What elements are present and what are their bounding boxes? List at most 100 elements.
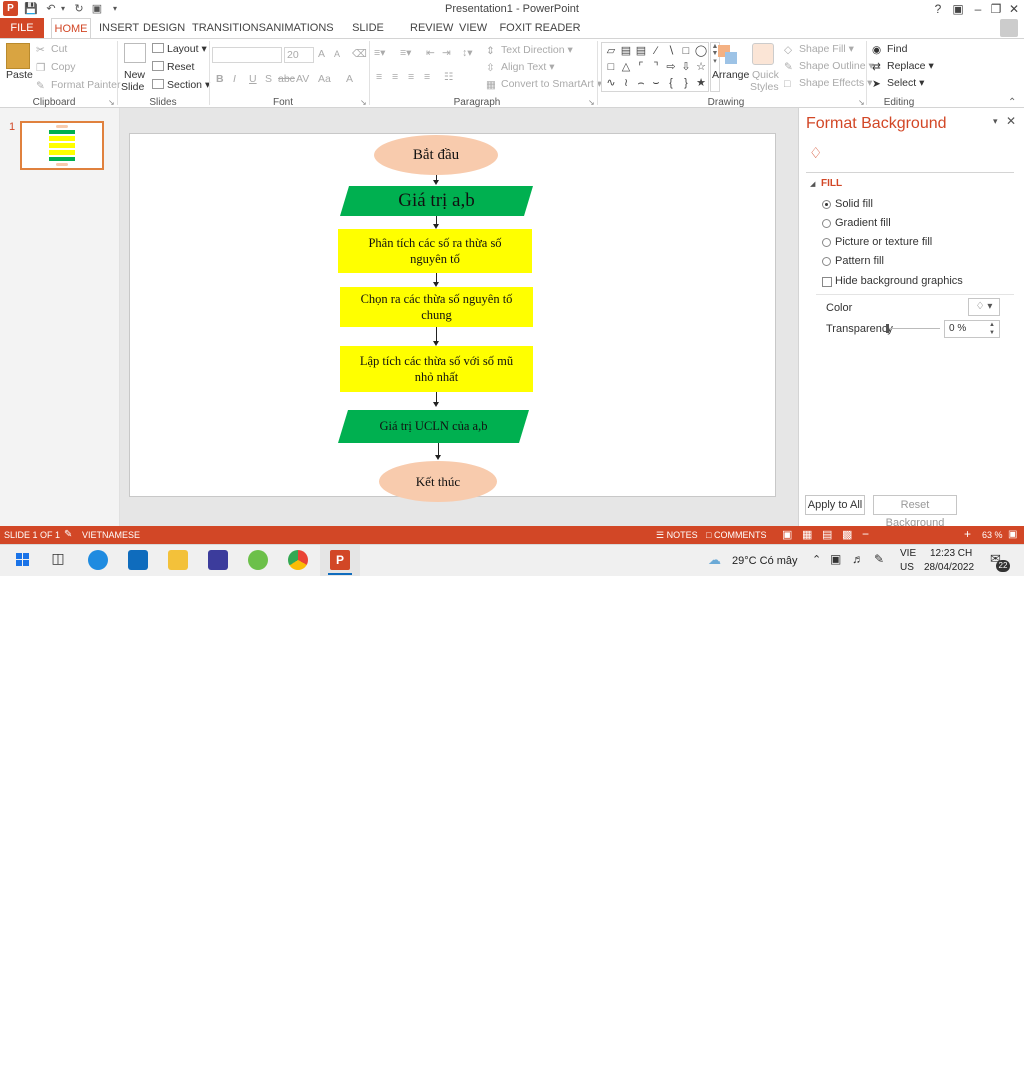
transparency-slider-thumb[interactable] [886,324,889,333]
picture-texture-fill-label[interactable]: Picture or texture fill [835,236,932,248]
font-size-input[interactable]: 20 [284,47,314,63]
apply-to-all-button[interactable]: Apply to All [805,495,865,515]
gradient-fill-radio[interactable] [822,219,831,228]
zoom-slider-track[interactable] [874,1061,962,1062]
curve-shape-icon[interactable]: ∿ [604,76,618,90]
align-left-icon[interactable]: ≡ [376,71,382,83]
show-hidden-icons-icon[interactable]: ⌃ [812,553,821,566]
pattern-fill-radio[interactable] [822,257,831,266]
clock-time[interactable]: 12:23 CH [930,548,972,559]
flowchart-step-2[interactable]: Chọn ra các thừa số nguyên tố chung [340,287,533,327]
flowchart-end[interactable]: Kết thúc [379,461,497,502]
flowchart-output[interactable]: Giá trị UCLN của a,b [338,410,529,443]
gradient-fill-label[interactable]: Gradient fill [835,217,891,229]
shapes-gallery[interactable]: ▱ ▤ ▤ ∕ ∖ □ ◯ □ △ ⌜ ⌝ ⇨ ⇩ ☆ ∿ ≀ ⌢ ⌣ { } … [601,42,709,92]
flowchart-step-3[interactable]: Lập tích các thừa số với số mũ nhỏ nhất [340,346,533,392]
solid-fill-radio[interactable] [822,200,831,209]
freeform-shape-icon[interactable]: ≀ [619,76,633,90]
rectangle-shape-icon[interactable]: □ [679,44,693,58]
tab-slide-show[interactable]: SLIDE SHOW [340,18,396,54]
tab-view[interactable]: VIEW [459,18,487,38]
character-spacing-button[interactable]: AV [296,73,309,85]
file-explorer-icon[interactable] [168,550,188,570]
ribbon-display-options-icon[interactable]: ▣ [950,1,966,17]
weather-icon[interactable]: ☁ [708,552,721,568]
tab-foxit-reader-pdf[interactable]: FOXIT READER PDF [497,18,583,54]
replace-button[interactable]: ⇄ Replace ▾ [872,60,934,73]
reset-button[interactable]: Reset [152,61,194,73]
maximize-icon[interactable]: ❐ [988,1,1004,17]
arrow-right-shape-icon[interactable]: ⇨ [664,60,678,74]
right-brace-shape-icon[interactable]: } [679,76,693,90]
quick-styles-label-2[interactable]: Styles [750,81,779,93]
paste-button[interactable]: Paste [6,69,33,81]
zoom-in-icon[interactable]: + [964,527,971,541]
input-language-2[interactable]: US [900,562,914,573]
star-shape-icon-2[interactable]: ★ [694,76,708,90]
flowchart-step-1[interactable]: Phân tích các số ra thừa số nguyên tố [338,229,532,273]
layout-button[interactable]: Layout ▾ [152,43,207,55]
line-shape-icon-2[interactable]: ∖ [664,44,678,58]
tab-review[interactable]: REVIEW [410,18,453,38]
collapse-ribbon-icon[interactable]: ⌃ [1008,97,1016,108]
weather-text[interactable]: 29°C Có mây [732,555,798,567]
rectangle-shape-icon-2[interactable]: □ [604,60,618,74]
new-slide-label-2[interactable]: Slide [121,81,144,93]
fill-collapse-icon[interactable]: ◢ [810,180,815,188]
arrange-button[interactable]: Arrange [712,69,749,81]
select-button[interactable]: ➤ Select ▾ [872,77,924,90]
elbow-connector-icon-2[interactable]: ⌝ [649,60,663,74]
drawing-launcher-icon[interactable]: ↘ [858,98,866,107]
textbox-shape-icon[interactable]: ▤ [619,44,633,58]
fit-to-window-icon[interactable]: ▣ [1008,529,1017,540]
format-painter-button[interactable]: ✎ Format Painter [36,79,120,92]
decrease-indent-icon[interactable]: ⇤ [426,47,435,59]
curve-connector-icon-2[interactable]: ⌣ [649,76,663,90]
pattern-fill-label[interactable]: Pattern fill [835,255,884,267]
increase-indent-icon[interactable]: ⇥ [442,47,451,59]
triangle-shape-icon[interactable]: △ [619,60,633,74]
app-icon[interactable] [208,550,228,570]
tab-animations[interactable]: ANIMATIONS [266,18,334,38]
edge-icon[interactable] [88,550,108,570]
fill-bucket-icon[interactable]: ♢ [809,144,827,162]
new-slide-label[interactable]: New [124,69,145,81]
columns-icon[interactable]: ☷ [444,71,453,83]
slide-sorter-icon[interactable]: ▦ [802,528,812,541]
network-icon[interactable]: ▣ [830,552,841,566]
hide-background-checkbox[interactable] [822,277,832,287]
minimize-icon[interactable]: – [970,1,986,17]
textbox-shape-icon-2[interactable]: ▤ [634,44,648,58]
app-icon-2[interactable] [248,550,268,570]
justify-icon[interactable]: ≡ [424,71,430,83]
cut-button[interactable]: ✂ Cut [36,43,67,56]
align-text-button[interactable]: ⇳ Align Text ▾ [486,61,555,74]
font-color-button[interactable]: A [346,73,353,85]
volume-icon[interactable]: ♬ [852,552,864,566]
transparency-slider-track[interactable] [886,328,940,329]
tab-file[interactable]: FILE [0,18,44,38]
spelling-check-icon[interactable]: ✎ [64,529,72,540]
convert-to-smartart-button[interactable]: ▦ Convert to SmartArt ▾ [486,78,602,91]
transparency-input[interactable]: 0 % ▲ ▼ [944,320,1000,338]
numbering-icon[interactable]: ≡▾ [400,47,411,59]
zoom-slider-thumb[interactable] [898,1056,902,1066]
comments-button[interactable]: □ COMMENTS [706,530,766,540]
tab-design[interactable]: DESIGN [143,18,185,38]
paragraph-launcher-icon[interactable]: ↘ [588,98,596,107]
arrow-down-shape-icon[interactable]: ⇩ [679,60,693,74]
solid-fill-label[interactable]: Solid fill [835,198,873,210]
close-pane-icon[interactable]: ✕ [1006,114,1016,128]
italic-button[interactable]: I [233,73,236,85]
font-launcher-icon[interactable]: ↘ [360,98,368,107]
notes-button[interactable]: ☰ NOTES [656,530,698,541]
grow-font-button[interactable]: A [318,48,325,60]
shape-outline-button[interactable]: ✎ Shape Outline ▾ [784,60,874,73]
star-shape-icon[interactable]: ☆ [694,60,708,74]
slide-show-icon[interactable]: ▩ [842,528,852,541]
help-icon[interactable]: ? [930,1,946,17]
tab-home[interactable]: HOME [51,18,91,39]
pane-options-icon[interactable]: ▾ [993,116,998,127]
paste-icon[interactable] [6,43,30,69]
copy-button[interactable]: ❐ Copy [36,61,76,74]
